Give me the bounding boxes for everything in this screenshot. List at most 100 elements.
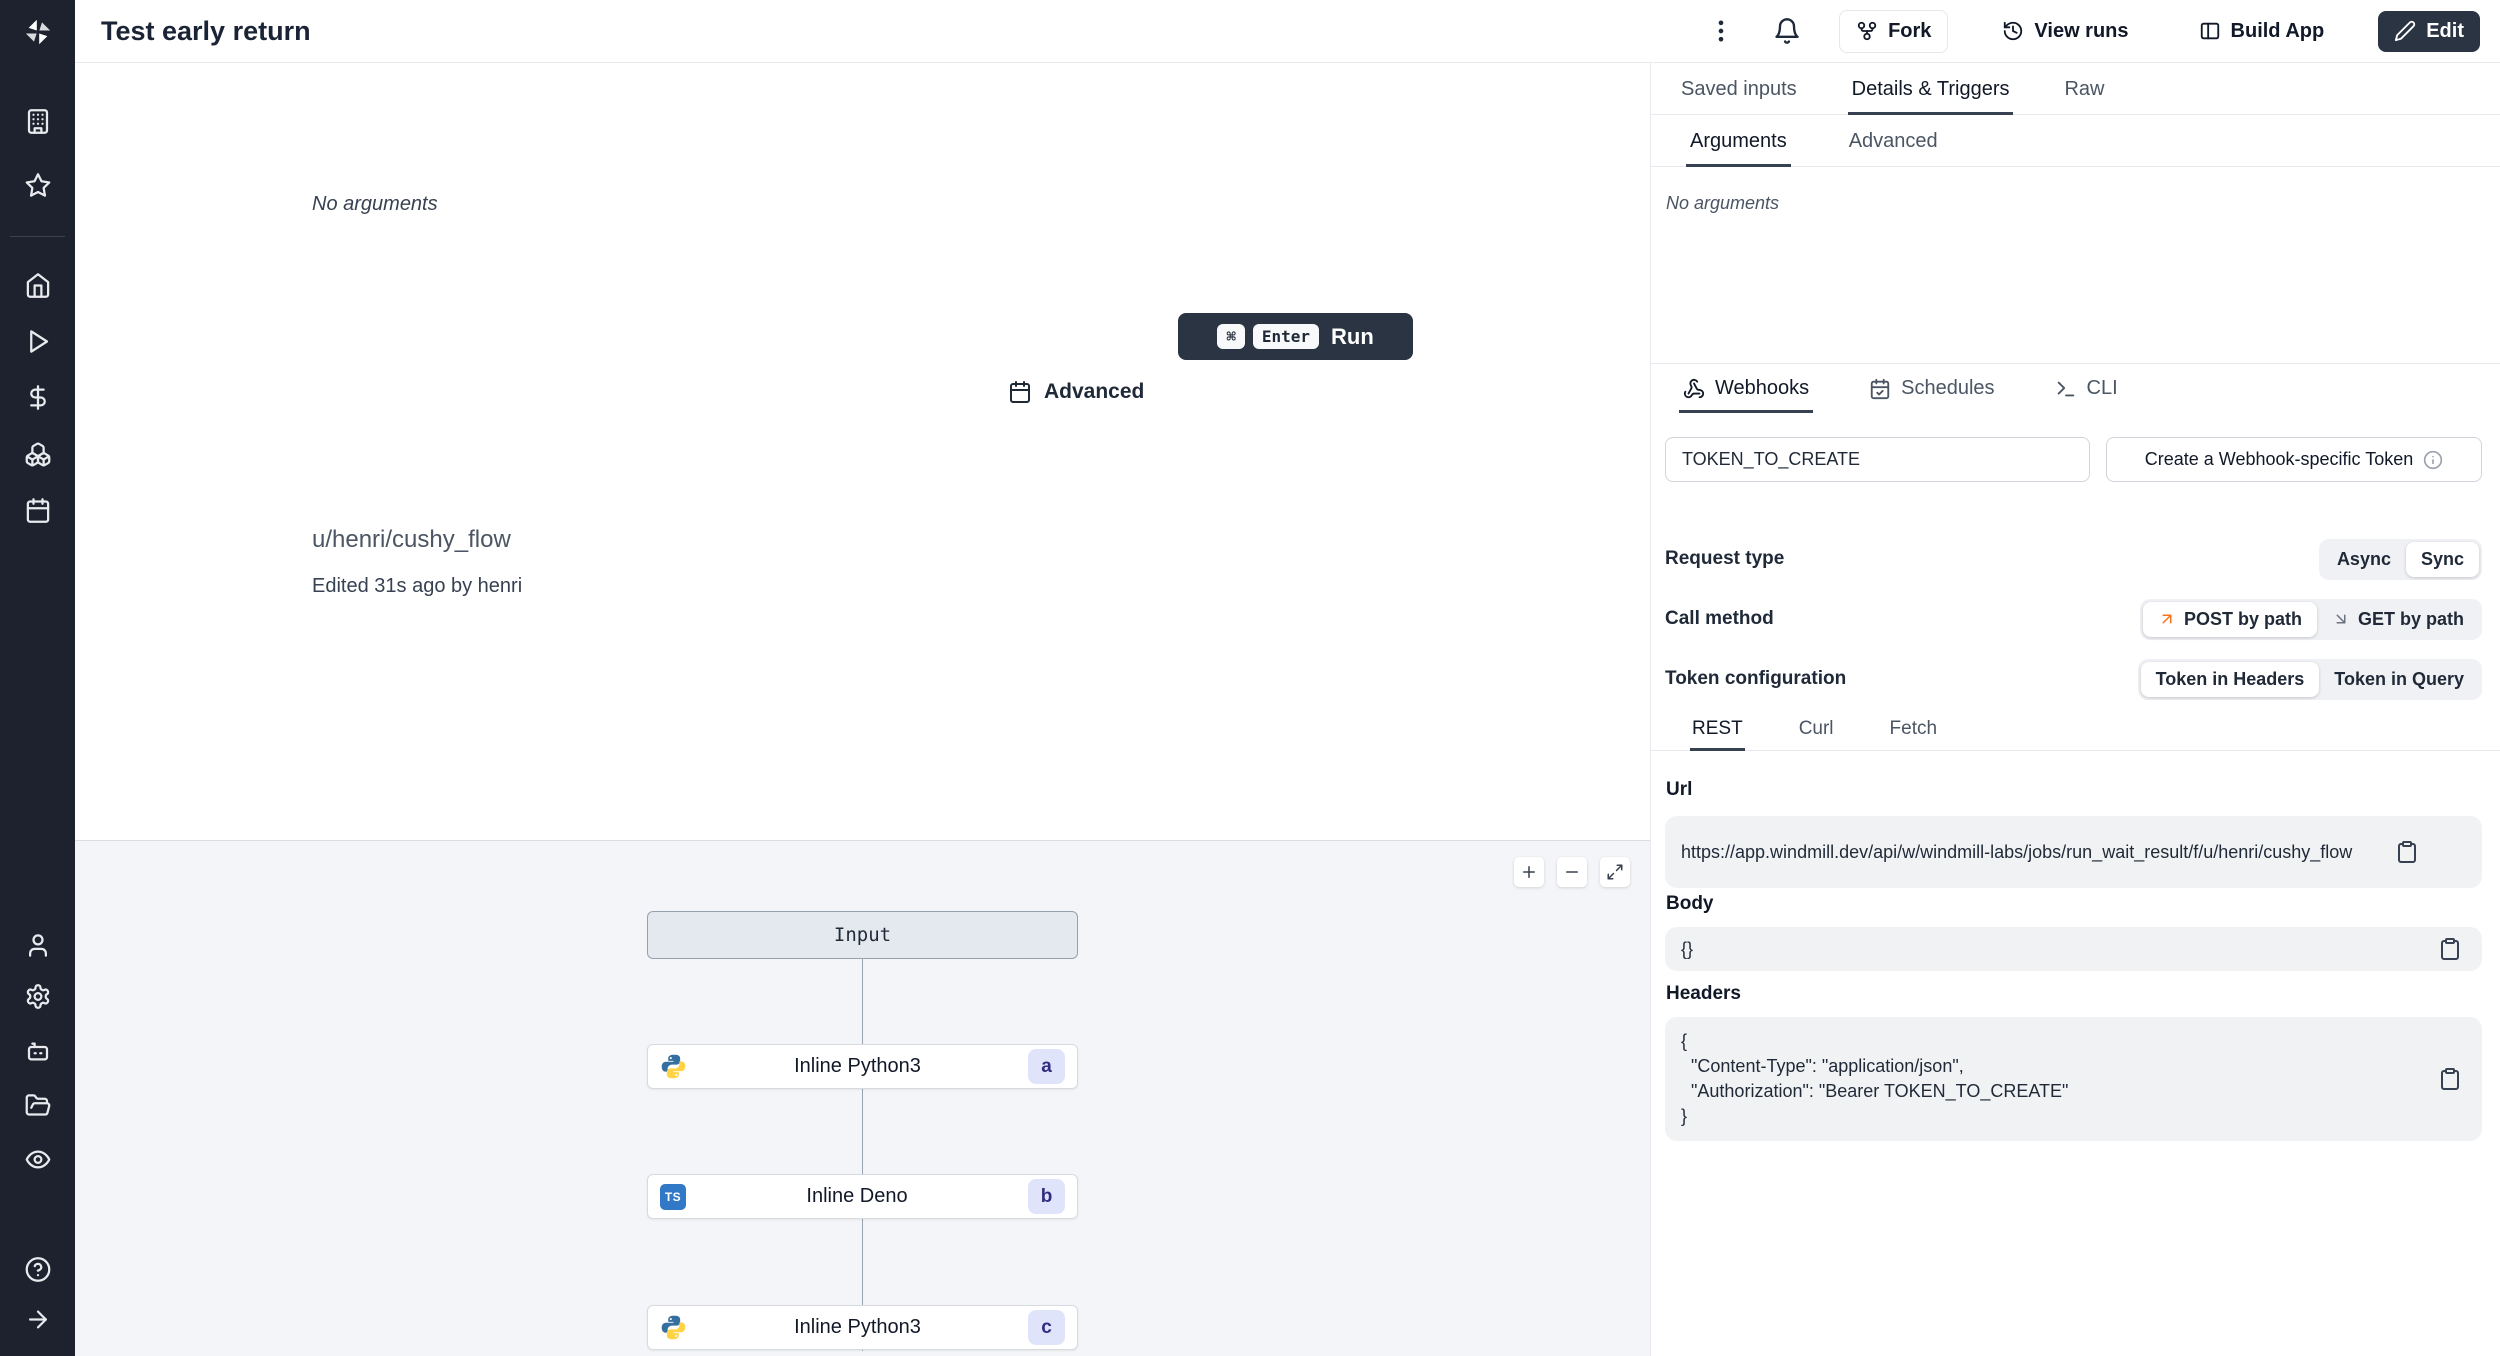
robot-icon[interactable]: [24, 1038, 51, 1065]
subtab-advanced[interactable]: Advanced: [1845, 115, 1942, 167]
fit-view-button[interactable]: [1600, 857, 1630, 887]
cmd-key-badge: ⌘: [1217, 324, 1245, 349]
token-configuration-toggle: Token in Headers Token in Query: [2137, 658, 2482, 700]
tab-details-triggers[interactable]: Details & Triggers: [1847, 63, 2014, 115]
buildings-icon[interactable]: [24, 108, 51, 135]
zoom-out-button[interactable]: [1557, 857, 1587, 887]
call-method-toggle: POST by path GET by path: [2139, 598, 2482, 640]
tab-cli[interactable]: CLI: [2051, 364, 2122, 413]
enter-key-badge: Enter: [1252, 324, 1320, 349]
subtab-arguments[interactable]: Arguments: [1686, 115, 1791, 167]
zoom-in-button[interactable]: [1514, 857, 1544, 887]
run-button[interactable]: ⌘ Enter Run: [1178, 313, 1413, 360]
home-icon[interactable]: [24, 272, 51, 299]
node-label: Inline Deno: [806, 1185, 908, 1207]
panel-subtabbar: Arguments Advanced: [1651, 115, 2500, 167]
flow-node-input[interactable]: Input: [647, 911, 1078, 959]
headers-section-label: Headers: [1666, 983, 1741, 1004]
request-type-row: Request type Async Sync: [1665, 537, 2482, 581]
copy-body-icon[interactable]: [2438, 937, 2462, 961]
python-logo-icon: [661, 1054, 686, 1079]
request-type-toggle: Async Sync: [2318, 538, 2482, 580]
flow-node-c[interactable]: Inline Python3 c: [647, 1305, 1078, 1350]
code-snippet-tabbar: REST Curl Fetch: [1651, 711, 2500, 751]
advanced-button[interactable]: Advanced: [1008, 380, 1144, 404]
tab-curl[interactable]: Curl: [1797, 711, 1836, 751]
advanced-button-label: Advanced: [1044, 380, 1145, 403]
kebab-menu-icon[interactable]: [1707, 17, 1735, 45]
option-token-in-query[interactable]: Token in Query: [2319, 662, 2479, 697]
headers-value: { "Content-Type": "application/json", "A…: [1681, 1031, 2069, 1126]
notifications-bell-icon[interactable]: [1773, 17, 1801, 45]
python-logo-icon: [661, 1315, 686, 1340]
calendar-icon[interactable]: [24, 497, 51, 524]
eye-icon[interactable]: [24, 1146, 51, 1173]
option-get-by-path-label: GET by path: [2357, 608, 2464, 629]
tab-fetch[interactable]: Fetch: [1888, 711, 1940, 751]
dollar-icon[interactable]: [24, 384, 51, 411]
fork-button-label: Fork: [1888, 19, 1932, 42]
plus-icon: [1523, 866, 1535, 878]
info-circle-icon: [2424, 450, 2443, 469]
flow-node-a[interactable]: Inline Python3 a: [647, 1044, 1078, 1089]
sidebar-divider: [10, 236, 65, 237]
body-value: {}: [1681, 938, 1694, 959]
trigger-tabbar: Webhooks Schedules CLI: [1651, 363, 2500, 413]
git-fork-icon: [1857, 21, 1877, 41]
tab-raw[interactable]: Raw: [2060, 63, 2108, 115]
option-token-in-headers[interactable]: Token in Headers: [2140, 661, 2320, 697]
app-sidebar: [0, 0, 75, 1356]
call-method-row: Call method POST by path GET by path: [1665, 597, 2482, 641]
option-async[interactable]: Async: [2322, 542, 2406, 577]
fork-button[interactable]: Fork: [1839, 9, 1949, 53]
topbar: Test early return Fork View runs Build A…: [75, 0, 2500, 63]
tab-saved-inputs[interactable]: Saved inputs: [1677, 63, 1801, 115]
user-icon[interactable]: [24, 932, 51, 959]
option-post-by-path-label: POST by path: [2183, 608, 2302, 629]
tab-webhooks-label: Webhooks: [1715, 377, 1810, 399]
tab-webhooks[interactable]: Webhooks: [1679, 364, 1814, 413]
token-input[interactable]: [1665, 437, 2090, 482]
tab-schedules[interactable]: Schedules: [1865, 364, 1998, 413]
run-button-label: Run: [1331, 323, 1374, 349]
edit-button[interactable]: Edit: [2378, 10, 2480, 52]
panel-columns-icon: [2200, 22, 2219, 40]
option-post-by-path[interactable]: POST by path: [2142, 601, 2317, 637]
build-app-button[interactable]: Build App: [2183, 11, 2341, 52]
option-get-by-path[interactable]: GET by path: [2317, 602, 2479, 637]
arrow-right-icon[interactable]: [24, 1306, 51, 1333]
copy-url-icon[interactable]: [2395, 840, 2419, 864]
star-icon[interactable]: [24, 172, 51, 199]
create-webhook-token-button[interactable]: Create a Webhook-specific Token: [2106, 437, 2482, 482]
option-sync[interactable]: Sync: [2405, 541, 2479, 577]
tab-schedules-label: Schedules: [1901, 377, 1995, 399]
request-type-label: Request type: [1665, 548, 1785, 569]
folder-open-icon[interactable]: [24, 1092, 51, 1119]
flow-edited-info: Edited 31s ago by henri: [312, 575, 523, 597]
view-runs-label: View runs: [2034, 19, 2129, 42]
settings-gear-icon[interactable]: [24, 983, 51, 1010]
copy-headers-icon[interactable]: [2438, 1067, 2462, 1091]
create-webhook-token-label: Create a Webhook-specific Token: [2144, 449, 2414, 469]
flow-graph-canvas[interactable]: Input Inline Python3 a TS Inline Deno b …: [75, 840, 1650, 1356]
play-icon[interactable]: [24, 328, 51, 355]
help-circle-icon[interactable]: [24, 1256, 51, 1283]
boxes-icon[interactable]: [24, 441, 51, 468]
windmill-logo[interactable]: [22, 16, 54, 48]
url-box: https://app.windmill.dev/api/w/windmill-…: [1665, 816, 2482, 888]
calendar-check-icon: [1870, 378, 1890, 399]
flow-node-b[interactable]: TS Inline Deno b: [647, 1174, 1078, 1219]
tab-rest[interactable]: REST: [1690, 711, 1745, 751]
arrow-up-right-icon: [2162, 614, 2172, 624]
node-id-badge: a: [1028, 1049, 1065, 1084]
token-configuration-row: Token configuration Token in Headers Tok…: [1665, 657, 2482, 701]
page-title: Test early return: [101, 15, 311, 46]
node-label: Inline Python3: [794, 1316, 921, 1338]
input-node-label: Input: [833, 924, 892, 946]
node-id-badge: c: [1028, 1310, 1065, 1345]
details-panel: Saved inputs Details & Triggers Raw Argu…: [1650, 63, 2500, 1356]
body-box: {}: [1665, 927, 2482, 971]
runner-area: No arguments Advanced ⌘ Enter Run u/henr…: [75, 63, 1650, 1356]
view-runs-button[interactable]: View runs: [1986, 11, 2144, 52]
flow-path: u/henri/cushy_flow: [312, 526, 511, 553]
